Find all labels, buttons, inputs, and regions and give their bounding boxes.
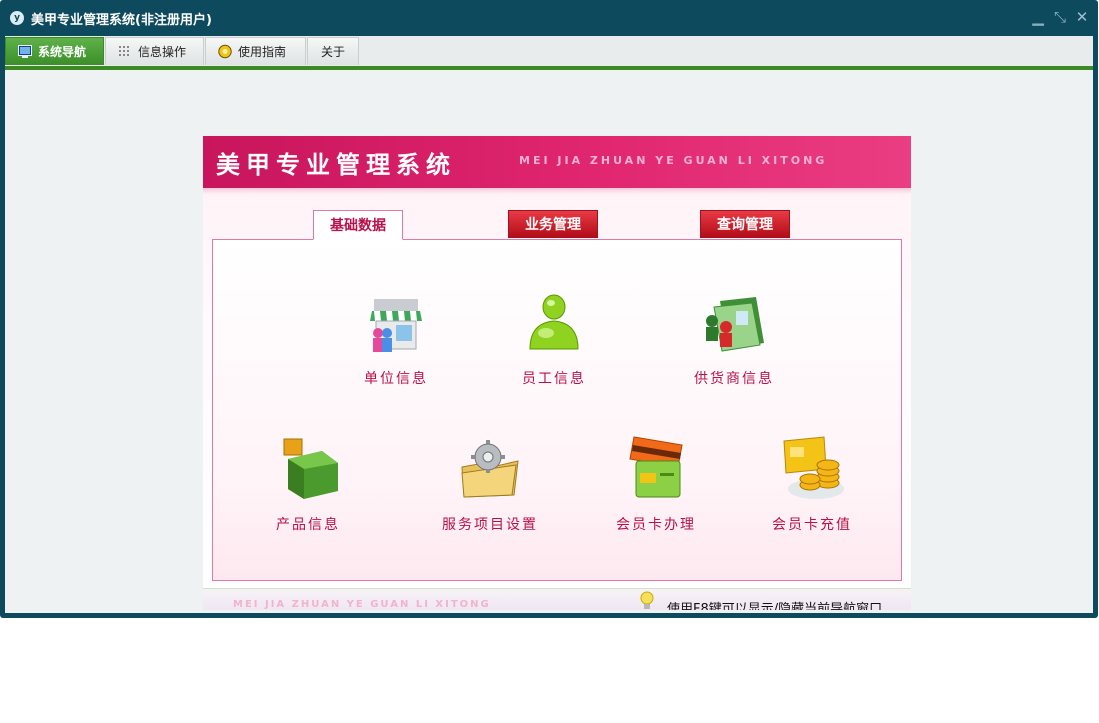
product-info-button[interactable]: 产品信息 bbox=[238, 433, 378, 534]
member-card-icon bbox=[629, 436, 683, 498]
tab-system-navigation[interactable]: 系统导航 bbox=[5, 37, 104, 65]
restore-button[interactable]: ⤡ bbox=[1052, 8, 1068, 26]
product-box-icon bbox=[283, 438, 338, 499]
item-label: 产品信息 bbox=[276, 517, 340, 533]
item-label: 供货商信息 bbox=[694, 371, 774, 387]
banner-subtitle: MEI JIA ZHUAN YE GUAN LI XITONG bbox=[519, 154, 828, 167]
tab-about[interactable]: 关于 bbox=[307, 37, 359, 65]
staff-info-button[interactable]: 员工信息 bbox=[484, 287, 624, 388]
item-label: 会员卡办理 bbox=[616, 517, 696, 533]
tab-label: 系统导航 bbox=[38, 45, 87, 59]
tab-basic-data[interactable]: 基础数据 bbox=[313, 210, 403, 240]
lightbulb-icon bbox=[640, 591, 654, 609]
menu-tab-bar: 系统导航 信息操作 使用指南 关于 bbox=[5, 36, 1093, 70]
tab-user-guide[interactable]: 使用指南 bbox=[205, 37, 306, 65]
help-icon bbox=[218, 44, 232, 59]
item-label: 服务项目设置 bbox=[442, 517, 538, 533]
tab-label: 使用指南 bbox=[238, 45, 287, 59]
footer-bar: MEI JIA ZHUAN YE GUAN LI XITONG 使用F8键可以显… bbox=[203, 588, 911, 610]
tab-content: 单位信息 员工信息 供货商信息 产品信息 服务项目设置 会员卡办理 会员卡充值 bbox=[212, 239, 902, 581]
tab-label: 关于 bbox=[321, 45, 346, 59]
banner: 美甲专业管理系统 MEI JIA ZHUAN YE GUAN LI XITONG bbox=[203, 136, 911, 188]
banner-title: 美甲专业管理系统 bbox=[216, 151, 456, 179]
person-icon bbox=[529, 294, 579, 350]
settings-folder-icon bbox=[461, 440, 519, 498]
monitor-icon bbox=[18, 45, 32, 58]
tab-label: 信息操作 bbox=[138, 45, 187, 59]
minimize-button[interactable]: ▁ bbox=[1030, 8, 1046, 26]
service-item-settings-button[interactable]: 服务项目设置 bbox=[412, 433, 568, 534]
navigation-panel: 美甲专业管理系统 MEI JIA ZHUAN YE GUAN LI XITONG… bbox=[203, 136, 911, 610]
member-card-issue-button[interactable]: 会员卡办理 bbox=[586, 433, 726, 534]
app-logo-icon: y bbox=[10, 11, 24, 25]
supplier-info-button[interactable]: 供货商信息 bbox=[664, 287, 804, 388]
app-window: y 美甲专业管理系统(非注册用户) ▁ ⤡ ✕ 系统导航 信息操作 使用指南 关… bbox=[0, 0, 1098, 618]
card-coins-icon bbox=[783, 436, 844, 499]
window-title: 美甲专业管理系统(非注册用户) bbox=[31, 13, 212, 28]
item-label: 单位信息 bbox=[364, 371, 428, 387]
store-icon bbox=[370, 299, 422, 352]
banner-divider bbox=[203, 188, 911, 194]
item-label: 员工信息 bbox=[522, 371, 586, 387]
unit-info-button[interactable]: 单位信息 bbox=[326, 287, 466, 388]
tab-info-operations[interactable]: 信息操作 bbox=[105, 37, 204, 65]
footer-subtitle: MEI JIA ZHUAN YE GUAN LI XITONG bbox=[233, 599, 491, 610]
supplier-icon bbox=[706, 297, 764, 352]
grid-icon bbox=[119, 46, 129, 56]
f8-tip-text: 使用F8键可以显示/隐藏当前导航窗口 bbox=[667, 602, 883, 610]
tab-business-management[interactable]: 业务管理 bbox=[508, 210, 598, 238]
item-label: 会员卡充值 bbox=[772, 517, 852, 533]
client-area: 系统导航 信息操作 使用指南 关于 美甲专业管理系统 MEI JIA ZHUAN… bbox=[5, 36, 1093, 613]
member-card-recharge-button[interactable]: 会员卡充值 bbox=[742, 433, 882, 534]
title-bar[interactable]: y 美甲专业管理系统(非注册用户) ▁ ⤡ ✕ bbox=[0, 0, 1098, 36]
close-button[interactable]: ✕ bbox=[1074, 8, 1090, 26]
tab-query-management[interactable]: 查询管理 bbox=[700, 210, 790, 238]
